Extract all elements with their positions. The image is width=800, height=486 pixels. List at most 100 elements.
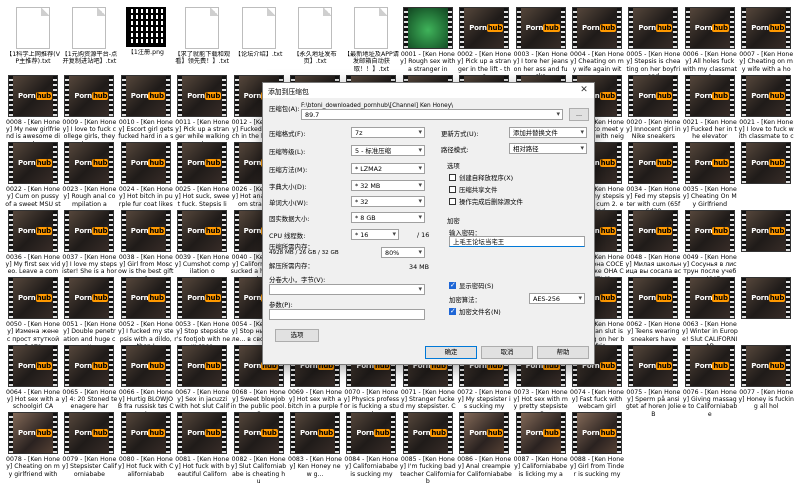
dict-select[interactable]: * 32 MB bbox=[351, 180, 425, 191]
file-tile[interactable]: Pornhub 0085 - [Ken Honey] I'm fucking ba… bbox=[399, 409, 457, 485]
file-tile[interactable]: Pornhub 0049 - [Ken Honey] Сосунья в лист… bbox=[681, 207, 739, 283]
file-tile[interactable]: Pornhub 0002 - [Ken Honey] Pick up a stra… bbox=[455, 4, 513, 80]
decomp-value: 34 MB bbox=[409, 263, 430, 271]
file-tile[interactable]: Pornhub 0079 - [Ken Honey] Stepsister Cal… bbox=[60, 409, 118, 485]
file-tile[interactable]: Pornhub 0063 - [Ken Honey] Winter in Euro… bbox=[681, 274, 739, 350]
file-tile[interactable]: Pornhub 0077 - [Ken Honey] Honey is fucki… bbox=[737, 342, 795, 418]
shared-checkbox[interactable]: 压缩共享文件 bbox=[449, 185, 497, 194]
file-tile[interactable]: Pornhub 0037 - [Ken Honey] I love my step… bbox=[60, 207, 118, 283]
file-tile[interactable]: Pornhub 0086 - [Ken Honey] Anal creampie … bbox=[455, 409, 513, 485]
file-tile[interactable]: Pornhub bbox=[737, 139, 795, 215]
ok-button[interactable]: 确定 bbox=[425, 346, 477, 359]
split-select[interactable] bbox=[269, 284, 425, 295]
help-button[interactable]: 帮助 bbox=[537, 346, 589, 359]
video-thumbnail-icon: Pornhub bbox=[628, 74, 679, 117]
threads-select[interactable]: * 16 bbox=[351, 229, 399, 240]
encrypt-names-checkbox[interactable]: 加密文件名(N) bbox=[449, 307, 501, 316]
file-tile[interactable]: 【1注册.png bbox=[117, 4, 175, 80]
method-select[interactable]: * LZMA2 bbox=[351, 163, 425, 174]
file-tile[interactable]: Pornhub 0088 - [Ken Honey] Girl from Tind… bbox=[568, 409, 626, 485]
file-tile[interactable]: Pornhub 0062 - [Ken Honey] Teens wearing … bbox=[624, 274, 682, 350]
brand-logo-icon: Pornhub bbox=[18, 294, 52, 302]
file-tile[interactable]: Pornhub 0039 - [Ken Honey] Cumshot compil… bbox=[173, 207, 231, 283]
file-tile[interactable]: 【永久地址发布页】.txt bbox=[286, 4, 344, 80]
file-tile[interactable]: Pornhub bbox=[737, 207, 795, 283]
file-tile[interactable]: 0001 - [Ken Honey] Rough sex with a stra… bbox=[399, 4, 457, 80]
brand-logo-icon: Pornhub bbox=[130, 361, 165, 370]
file-tile[interactable]: Pornhub 0038 - [Ken Honey] Girl from Mosc… bbox=[117, 207, 175, 283]
show-password-checkbox[interactable]: 显示密码(S) bbox=[449, 281, 494, 290]
video-thumbnail-icon: Pornhub bbox=[177, 142, 228, 184]
file-tile[interactable]: Pornhub 0053 - [Ken Honey] Stop stepsiste… bbox=[173, 274, 231, 350]
memory-percent-select[interactable]: 80% bbox=[381, 247, 425, 258]
file-tile[interactable]: Pornhub 0009 - [Ken Honey] I love to fuck… bbox=[60, 72, 118, 148]
file-tile[interactable]: Pornhub 0025 - [Ken Honey] Hot suck, swee… bbox=[173, 139, 231, 215]
dialog-titlebar[interactable]: 添加到压缩包 bbox=[263, 83, 594, 98]
file-tile[interactable]: Pornhub 0005 - [Ken Honey] Stepsis is che… bbox=[624, 4, 682, 80]
file-tile[interactable]: Pornhub 0052 - [Ken Honey] I fucked my st… bbox=[117, 274, 175, 350]
file-tile[interactable]: Pornhub 0023 - [Ken Honey] Rough anal com… bbox=[60, 139, 118, 215]
password-input[interactable]: 上毛王论坛当宅王 bbox=[449, 236, 585, 247]
file-tile[interactable]: Pornhub 0048 - [Ken Honey] Милая школьниц… bbox=[624, 207, 682, 283]
options-button[interactable]: 选项 bbox=[275, 329, 319, 342]
file-tile[interactable]: 【1科学上网推荐(VP主推荐).txt bbox=[4, 4, 62, 80]
file-tile[interactable]: Pornhub 0007 - [Ken Honey] Cheating on my… bbox=[737, 4, 795, 80]
browse-button[interactable]: ... bbox=[569, 108, 589, 121]
file-tile[interactable]: Pornhub 0022 - [Ken Honey] Cum on pussy o… bbox=[4, 139, 62, 215]
archive-name-combo[interactable]: 89.7 bbox=[301, 109, 563, 120]
file-tile[interactable]: Pornhub 0083 - [Ken Honey] Ken Honey new … bbox=[286, 409, 344, 485]
format-select[interactable]: 7z bbox=[351, 127, 425, 138]
video-thumbnail-icon: Pornhub bbox=[572, 412, 622, 454]
file-tile[interactable]: Pornhub 0036 - [Ken Honey] My first sex v… bbox=[4, 207, 62, 283]
file-tile[interactable]: Pornhub 0035 - [Ken Honey] Cheating On My… bbox=[681, 139, 739, 215]
params-input[interactable] bbox=[269, 309, 425, 320]
word-select[interactable]: * 32 bbox=[351, 196, 425, 207]
file-tile[interactable]: Pornhub 0065 - [Ken Honey] 4: 20 Stoned t… bbox=[60, 342, 118, 418]
video-thumbnail-icon: Pornhub bbox=[64, 344, 115, 387]
file-tile[interactable]: Pornhub 0006 - [Ken Honey] All holes fuck… bbox=[681, 4, 739, 80]
file-tile[interactable]: Pornhub 0087 - [Ken Honey] Californiababe… bbox=[512, 409, 570, 485]
close-icon[interactable]: ✕ bbox=[578, 85, 590, 96]
delete-checkbox[interactable]: 操作完成后删除源文件 bbox=[449, 197, 523, 206]
file-tile[interactable]: Pornhub 0064 - [Ken Honey] Hot sex with a… bbox=[4, 342, 62, 418]
file-tile[interactable]: Pornhub 0066 - [Ken Honey] Hurtig BLOWJOB… bbox=[117, 342, 175, 418]
file-name: 0077 - [Ken Honey] Honey is fucking all … bbox=[738, 388, 794, 411]
file-tile[interactable]: Pornhub 0008 - [Ken Honey] My new girlfri… bbox=[4, 72, 62, 148]
file-tile[interactable]: Pornhub 0034 - [Ken Honey] Fed my stepsis… bbox=[624, 139, 682, 215]
file-tile[interactable]: 【最新地址及APP请发邮箱自动获取！！】.txt bbox=[342, 4, 400, 80]
file-tile[interactable]: 【1元购资源平台-点开复制进站吧】.txt bbox=[60, 4, 118, 80]
brand-logo-icon: Pornhub bbox=[638, 24, 673, 32]
file-tile[interactable]: Pornhub 0024 - [Ken Honey] Hot bitch in p… bbox=[117, 139, 175, 215]
solid-select[interactable]: * 8 GB bbox=[351, 212, 425, 223]
brand-logo-icon: Pornhub bbox=[525, 24, 560, 32]
file-tile[interactable]: Pornhub 0011 - [Ken Honey] Pick up a stra… bbox=[173, 72, 231, 148]
file-tile[interactable]: Pornhub 0010 - [Ken Honey] Escort girl ge… bbox=[117, 72, 175, 148]
brand-logo-icon: Pornhub bbox=[751, 24, 786, 32]
file-tile[interactable]: Pornhub 0020 - [Ken Honey] Innocent girl … bbox=[624, 72, 682, 148]
file-tile[interactable]: Pornhub 0075 - [Ken Honey] Sperm på ansig… bbox=[624, 342, 682, 418]
file-tile[interactable]: Pornhub 0067 - [Ken Honey] Sex in jacuzzi… bbox=[173, 342, 231, 418]
file-tile[interactable]: Pornhub 0082 - [Ken Honey] Slut Californi… bbox=[230, 409, 288, 485]
path-mode-select[interactable]: 相对路径 bbox=[509, 143, 587, 154]
file-tile[interactable]: Pornhub 0081 - [Ken Honey] Hot fuck with … bbox=[173, 409, 231, 485]
file-tile[interactable]: Pornhub bbox=[737, 274, 795, 350]
level-select[interactable]: 5 - 标准压缩 bbox=[351, 145, 425, 156]
file-tile[interactable]: Pornhub 0021 - [Ken Honey] I love to fuck… bbox=[737, 72, 795, 148]
file-tile[interactable]: Pornhub 0078 - [Ken Honey] Cheating on my… bbox=[4, 409, 62, 485]
file-tile[interactable]: Pornhub 0080 - [Ken Honey] Hot fuck with … bbox=[117, 409, 175, 485]
file-tile[interactable]: Pornhub 0076 - [Ken Honey] Giving massage… bbox=[681, 342, 739, 418]
file-tile[interactable]: 【求了就能下载和观看】领先费！】.txt bbox=[173, 4, 231, 80]
file-tile[interactable]: Pornhub 0003 - [Ken Honey] I tore her jea… bbox=[512, 4, 570, 80]
file-tile[interactable]: Pornhub 0084 - [Ken Honey] Californiababe… bbox=[342, 409, 400, 485]
file-tile[interactable]: Pornhub 0050 - [Ken Honey] Измена жене с … bbox=[4, 274, 62, 350]
enc-method-select[interactable]: AES-256 bbox=[529, 293, 585, 304]
file-tile[interactable]: Pornhub 0021 - [Ken Honey] Fucked her in … bbox=[681, 72, 739, 148]
cancel-button[interactable]: 取消 bbox=[481, 346, 533, 359]
file-tile[interactable]: 【论坛介绍】.txt bbox=[230, 4, 288, 80]
file-name: 0084 - [Ken Honey] Californiababe is suc… bbox=[344, 456, 399, 478]
update-select[interactable]: 添加并替换文件 bbox=[509, 127, 587, 138]
file-tile[interactable]: Pornhub 0051 - [Ken Honey] Double penetra… bbox=[60, 274, 118, 350]
file-tile[interactable]: Pornhub 0004 - [Ken Honey] Cheating on my… bbox=[568, 4, 626, 80]
text-file-icon bbox=[298, 7, 332, 49]
sfx-checkbox[interactable]: 创建自释放程序(X) bbox=[449, 173, 513, 182]
